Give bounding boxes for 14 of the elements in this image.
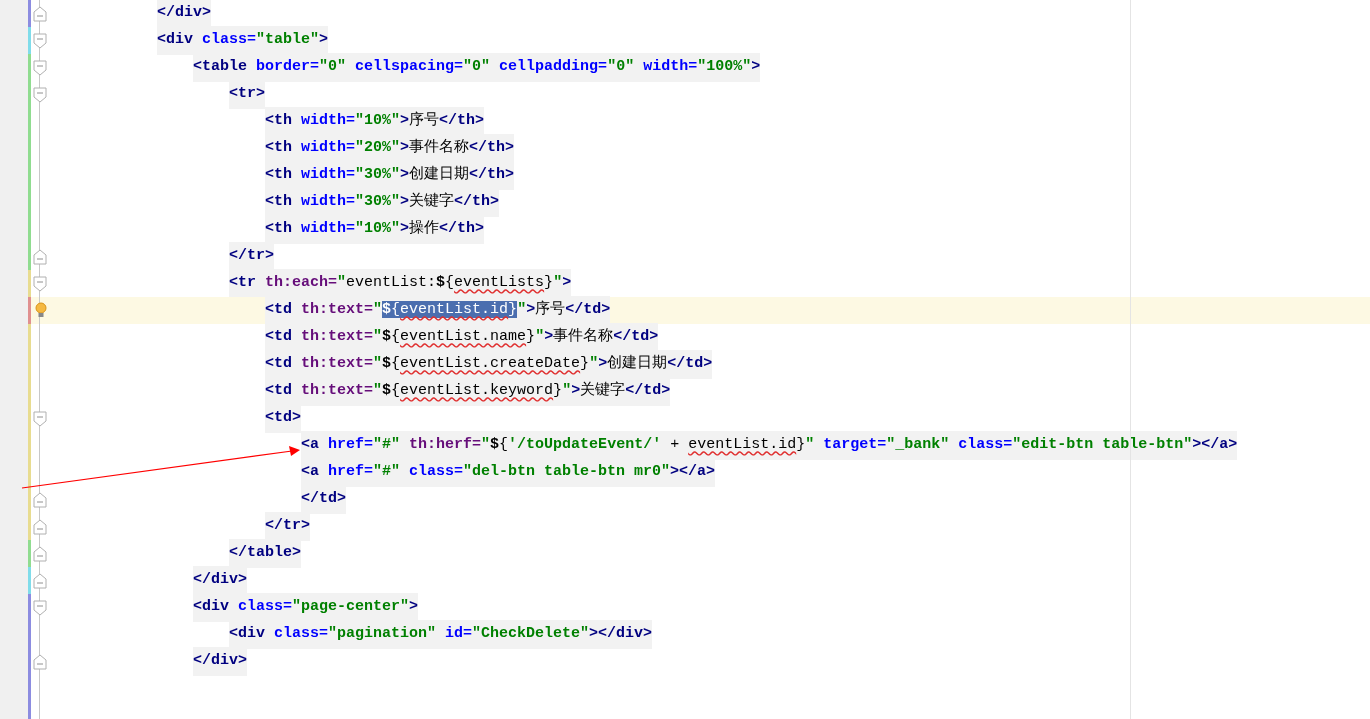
fold-marker-icon[interactable] — [33, 572, 47, 589]
fold-marker-icon[interactable] — [33, 275, 47, 292]
fold-marker-icon[interactable] — [33, 653, 47, 670]
lightbulb-icon[interactable] — [35, 302, 47, 318]
fold-marker-icon[interactable] — [33, 599, 47, 616]
fold-marker-icon[interactable] — [33, 86, 47, 103]
fold-marker-icon[interactable] — [33, 5, 47, 22]
fold-marker-icon[interactable] — [33, 248, 47, 265]
fold-marker-icon[interactable] — [33, 59, 47, 76]
fold-marker-icon[interactable] — [33, 491, 47, 508]
fold-marker-icon[interactable] — [33, 545, 47, 562]
fold-marker-icon[interactable] — [33, 518, 47, 535]
fold-marker-icon[interactable] — [33, 32, 47, 49]
fold-marker-icon[interactable] — [33, 410, 47, 427]
